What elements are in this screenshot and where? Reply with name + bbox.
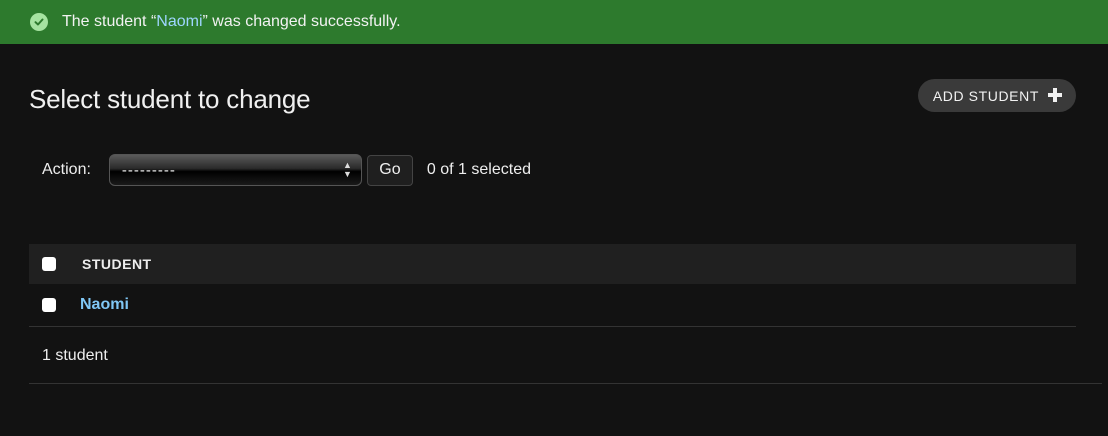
message-prefix: The student “ (62, 13, 157, 30)
select-arrows-icon: ▲ ▼ (343, 160, 353, 179)
go-button[interactable]: Go (366, 154, 413, 186)
action-label: Action: (42, 161, 91, 178)
table-row: Naomi (29, 284, 1076, 327)
add-student-label: ADD STUDENT (932, 87, 1039, 104)
message-student-link[interactable]: Naomi (156, 13, 202, 31)
plus-icon (1048, 86, 1062, 106)
page-title: Select student to change (29, 84, 311, 114)
selected-count: 0 of 1 selected (426, 161, 531, 178)
action-select[interactable]: --------- ▲ ▼ (108, 154, 362, 186)
paginator: 1 student (29, 328, 1102, 384)
column-header-student[interactable]: STUDENT (82, 256, 152, 272)
results-table: STUDENT Naomi (29, 244, 1076, 327)
student-link[interactable]: Naomi (80, 296, 129, 314)
result-count: 1 student (42, 346, 108, 364)
check-circle-icon (30, 13, 48, 31)
table-header: STUDENT (29, 244, 1076, 284)
action-select-value: --------- (121, 161, 176, 179)
success-message: The student “Naomi” was changed successf… (0, 0, 1108, 44)
add-student-button[interactable]: ADD STUDENT (917, 79, 1076, 112)
row-checkbox[interactable] (42, 298, 56, 312)
select-all-checkbox[interactable] (42, 257, 56, 271)
message-suffix: ” was changed successfully. (202, 13, 401, 30)
action-bar: Action: --------- ▲ ▼ Go 0 of 1 selected (42, 154, 531, 186)
